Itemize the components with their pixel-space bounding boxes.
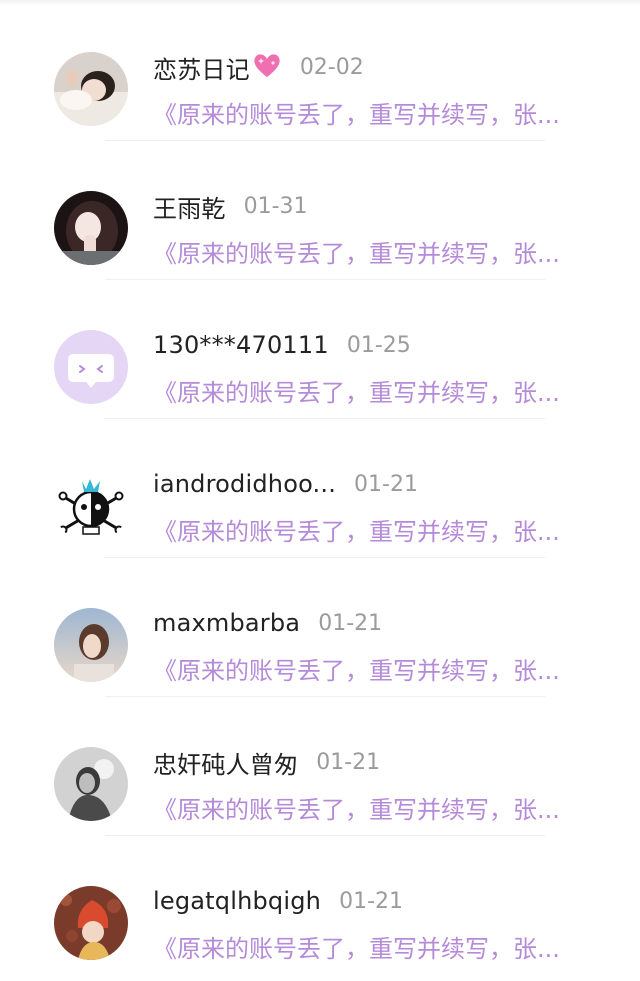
name-row: 恋苏日记 02-02: [153, 50, 364, 84]
comment-date: 01-21: [316, 749, 381, 775]
avatar[interactable]: [54, 886, 128, 960]
sparkling-heart-icon: [252, 51, 282, 83]
comment-date: 01-25: [346, 332, 411, 358]
skull-crossbones-icon: [54, 469, 128, 543]
comment-date: 01-21: [354, 471, 418, 497]
username[interactable]: 忠奸砘人曾匆: [153, 745, 298, 780]
username[interactable]: iandrodidhoo...: [153, 470, 336, 498]
comment-date: 01-31: [243, 193, 308, 219]
list-item[interactable]: 王雨乾 01-31 《原来的账号丢了，重写并续写，张...: [0, 139, 640, 280]
comment-snippet[interactable]: 《原来的账号丢了，重写并续写，张...: [153, 512, 583, 547]
comment-snippet[interactable]: 《原来的账号丢了，重写并续写，张...: [153, 373, 583, 408]
list-item[interactable]: 130***470111 01-25 《原来的账号丢了，重写并续写，张...: [0, 278, 640, 419]
name-row: 130***470111 01-25: [153, 328, 411, 362]
avatar-photo-icon: [54, 886, 128, 960]
avatar[interactable]: [54, 52, 128, 126]
comment-snippet[interactable]: 《原来的账号丢了，重写并续写，张...: [153, 651, 583, 686]
username[interactable]: 130***470111: [153, 331, 329, 359]
comment-snippet[interactable]: 《原来的账号丢了，重写并续写，张...: [153, 790, 583, 825]
avatar-photo-icon: [54, 747, 128, 821]
avatar-photo-icon: [54, 191, 128, 265]
comment-date: 01-21: [318, 610, 383, 636]
name-row: legatqlhbqigh 01-21: [153, 884, 403, 918]
comment-date: 01-21: [339, 888, 404, 914]
comment-snippet[interactable]: 《原来的账号丢了，重写并续写，张...: [153, 234, 583, 269]
username[interactable]: 恋苏日记: [153, 50, 250, 85]
name-row: 王雨乾 01-31: [153, 189, 308, 223]
list-item[interactable]: iandrodidhoo... 01-21 《原来的账号丢了，重写并续写，张..…: [0, 417, 640, 558]
comment-date: 02-02: [299, 54, 364, 80]
list-item[interactable]: legatqlhbqigh 01-21 《原来的账号丢了，重写并续写，张...: [0, 834, 640, 973]
username[interactable]: maxmbarba: [153, 609, 300, 637]
comment-list: 恋苏日记 02-02 《原来的账号丢了，重写并续写，张... 王雨乾 01-31…: [0, 0, 640, 981]
username[interactable]: legatqlhbqigh: [153, 887, 321, 915]
name-row: 忠奸砘人曾匆 01-21: [153, 745, 380, 779]
list-item[interactable]: maxmbarba 01-21 《原来的账号丢了，重写并续写，张...: [0, 556, 640, 697]
comment-snippet[interactable]: 《原来的账号丢了，重写并续写，张...: [153, 95, 583, 130]
name-row: iandrodidhoo... 01-21: [153, 467, 418, 501]
avatar[interactable]: [54, 469, 128, 543]
comment-snippet[interactable]: 《原来的账号丢了，重写并续写，张...: [153, 929, 583, 964]
avatar-photo-icon: [54, 52, 128, 126]
avatar[interactable]: [54, 330, 128, 404]
name-row: maxmbarba 01-21: [153, 606, 382, 640]
list-item[interactable]: 恋苏日记 02-02 《原来的账号丢了，重写并续写，张...: [0, 0, 640, 141]
avatar[interactable]: [54, 747, 128, 821]
avatar-photo-icon: [54, 608, 128, 682]
default-chat-bubble-icon: [54, 330, 128, 404]
username[interactable]: 王雨乾: [153, 189, 226, 224]
avatar[interactable]: [54, 608, 128, 682]
avatar[interactable]: [54, 191, 128, 265]
list-item[interactable]: 忠奸砘人曾匆 01-21 《原来的账号丢了，重写并续写，张...: [0, 695, 640, 836]
